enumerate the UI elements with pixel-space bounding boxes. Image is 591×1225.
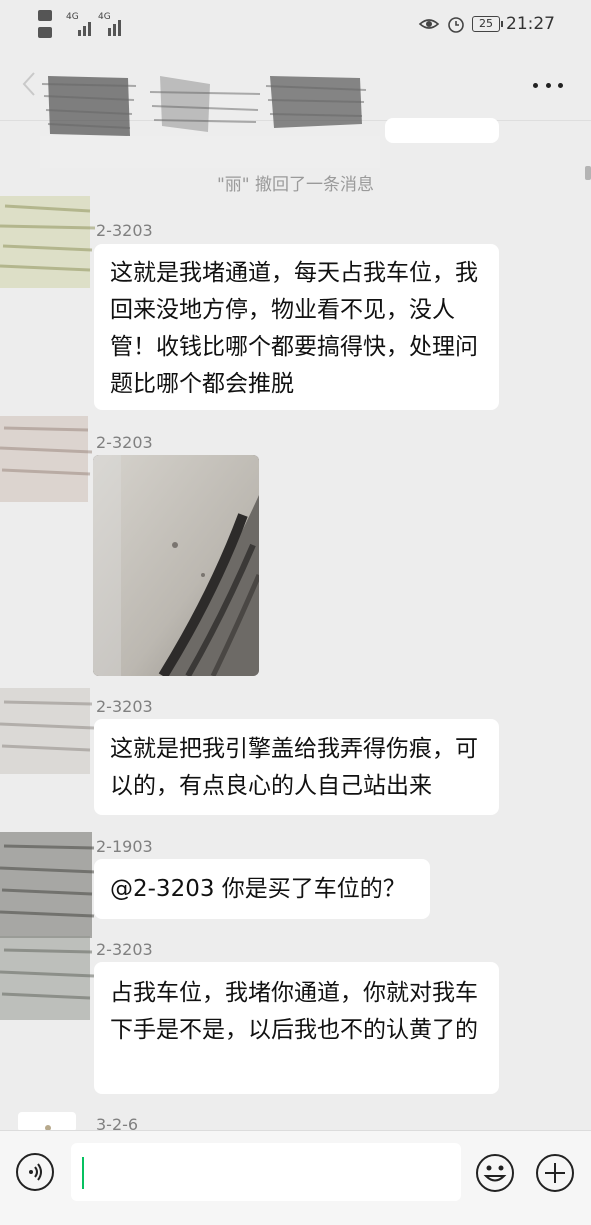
network-type-top: 4G [66, 12, 79, 22]
message-bubble[interactable]: 占我车位，我堵你通道，你就对我车下手是不是，以后我也不的认黄了的 [94, 962, 499, 1094]
alarm-icon [448, 17, 464, 33]
redacted-title [40, 76, 380, 168]
status-bar: 4G 4G 25 21:27 [0, 0, 591, 48]
signal-bars-icon [78, 20, 121, 36]
avatar-redacted[interactable] [0, 930, 100, 1030]
hd-icon [38, 10, 52, 21]
avatar-redacted[interactable] [0, 680, 100, 780]
status-right: 25 21:27 [418, 12, 555, 36]
image-message[interactable] [93, 455, 259, 676]
message-composer [0, 1130, 591, 1225]
sender-name: 2-3203 [96, 221, 153, 240]
car-hood-photo [93, 455, 259, 676]
avatar-redacted[interactable] [0, 408, 95, 508]
sender-name: 2-1903 [96, 837, 153, 856]
avatar-redacted[interactable] [0, 826, 102, 946]
chevron-left-icon[interactable] [18, 70, 42, 98]
chat-header [0, 48, 591, 168]
avatar-partial[interactable] [18, 1112, 78, 1132]
message-bubble-partial [385, 118, 499, 143]
message-text: @2-3203 你是买了车位的？ [110, 876, 406, 902]
voice-icon[interactable] [16, 1153, 54, 1191]
hd-icon [38, 27, 52, 38]
sender-name: 2-3203 [96, 697, 153, 716]
message-text: 这就是我堵通道，每天占我车位，我回来没地方停，物业看不见，没人管！收钱比哪个都要… [110, 260, 478, 397]
plus-icon[interactable] [535, 1153, 575, 1193]
text-caret [82, 1157, 84, 1189]
more-dots-icon[interactable] [533, 78, 563, 92]
sender-name: 2-3203 [96, 433, 153, 452]
message-text: 这就是把我引擎盖给我弄得伤痕，可以的，有点良心的人自己站出来 [110, 736, 478, 799]
message-bubble[interactable]: @2-3203 你是买了车位的？ [94, 859, 430, 919]
message-bubble[interactable]: 这就是我堵通道，每天占我车位，我回来没地方停，物业看不见，没人管！收钱比哪个都要… [94, 244, 499, 410]
emoji-icon[interactable] [475, 1153, 515, 1193]
battery-icon: 25 [472, 16, 503, 32]
sender-name: 2-3203 [96, 940, 153, 959]
eye-comfort-icon [418, 19, 440, 29]
clock: 21:27 [506, 14, 555, 34]
message-input[interactable] [71, 1143, 461, 1201]
message-bubble[interactable]: 这就是把我引擎盖给我弄得伤痕，可以的，有点良心的人自己站出来 [94, 719, 499, 815]
battery-level: 25 [479, 17, 493, 30]
signal-indicators: 4G 4G [38, 8, 128, 42]
avatar-redacted[interactable] [0, 186, 100, 296]
message-text: 占我车位，我堵你通道，你就对我车下手是不是，以后我也不的认黄了的 [110, 980, 478, 1043]
